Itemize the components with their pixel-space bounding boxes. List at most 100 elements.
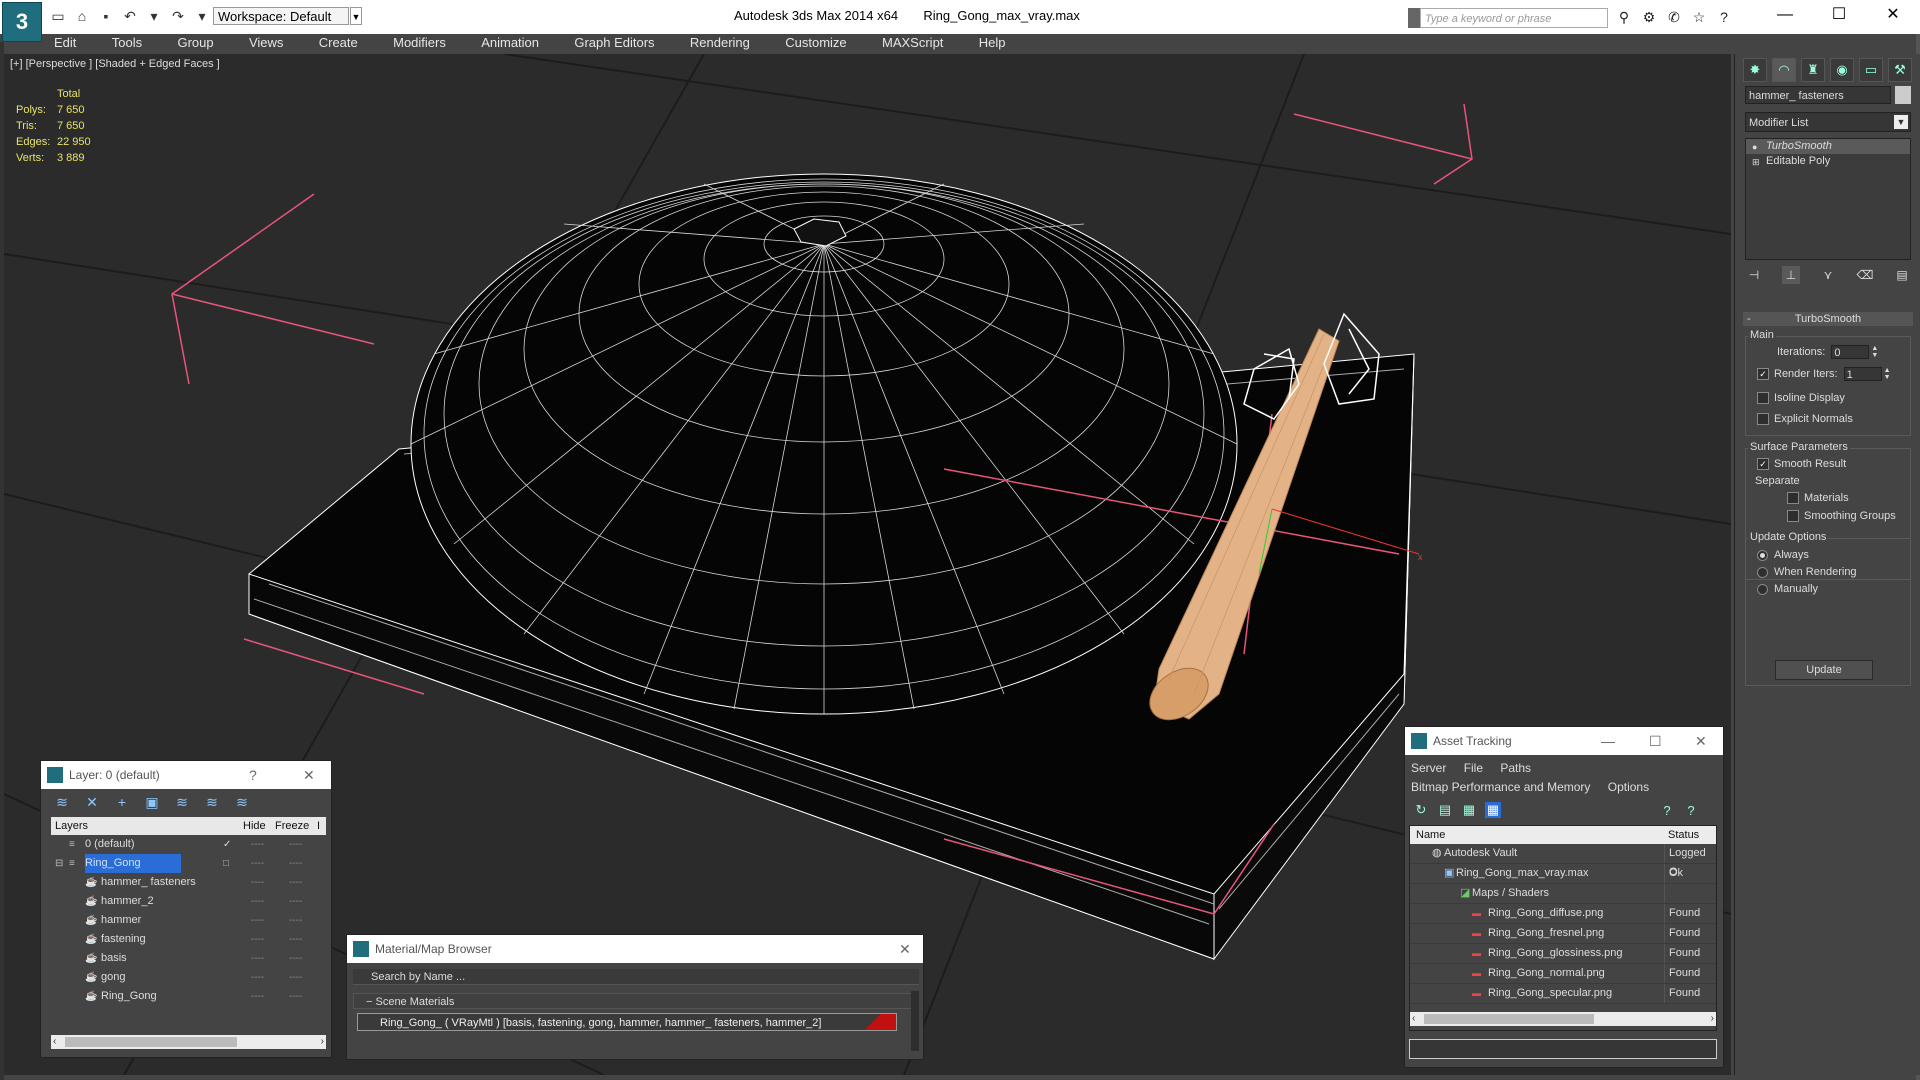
layer-row-default[interactable]: ≡ 0 (default) ✓ ---- ---- [51, 835, 326, 854]
configure-sets-icon[interactable]: ▤ [1893, 266, 1911, 284]
menu-bitmap-performance[interactable]: Bitmap Performance and Memory [1411, 780, 1590, 794]
perspective-viewport[interactable]: x [+] [Perspective ] [Shaded + Edged Fac… [4, 54, 1731, 1075]
explicit-normals-checkbox[interactable] [1757, 413, 1769, 425]
binoculars-icon[interactable]: ⚲ [1616, 8, 1632, 26]
motion-tab-icon[interactable]: ◉ [1830, 58, 1854, 82]
viewport-label[interactable]: [+] [Perspective ] [Shaded + Edged Faces… [10, 58, 220, 70]
when-rendering-radio[interactable] [1757, 566, 1768, 578]
thumbnail-view-icon[interactable]: ▦ [1461, 802, 1477, 818]
hide-all-icon[interactable]: ≋ [203, 794, 221, 811]
menu-modifiers[interactable]: Modifiers [393, 34, 446, 52]
layer-horizontal-scrollbar[interactable]: ‹ › [51, 1035, 326, 1049]
menu-options[interactable]: Options [1608, 780, 1649, 794]
layer-row-object[interactable]: ☕ gong ---- ---- [51, 968, 326, 987]
scrollbar-thumb[interactable] [65, 1037, 237, 1047]
stack-item-editable-poly[interactable]: ⊞ Editable Poly [1746, 154, 1910, 169]
expand-icon[interactable]: ⊞ [1752, 155, 1760, 170]
asset-path-field[interactable] [1409, 1039, 1717, 1059]
scroll-right-icon[interactable]: › [321, 1035, 324, 1049]
smoothing-groups-checkbox[interactable] [1787, 510, 1799, 522]
hide-toggle[interactable]: ---- [251, 835, 264, 854]
object-name-field[interactable]: hammer_ fasteners [1745, 86, 1891, 104]
add-to-layer-icon[interactable]: + [113, 794, 131, 810]
modifier-list-dropdown[interactable]: Modifier List ▼ [1745, 112, 1911, 132]
asset-row-map[interactable]: ▬ Ring_Gong_normal.png Found [1410, 964, 1716, 984]
asset-row-map[interactable]: ▬ Ring_Gong_diffuse.png Found [1410, 904, 1716, 924]
show-end-result-icon[interactable]: ⊥ [1782, 266, 1800, 284]
asset-row-vault[interactable]: ◍ Autodesk Vault Logged O [1410, 844, 1716, 878]
asset-close-icon[interactable]: ✕ [1695, 727, 1707, 755]
rollout-collapse-icon[interactable]: - [1747, 312, 1751, 326]
scroll-right-icon[interactable]: › [1711, 1012, 1714, 1026]
col-layers[interactable]: Layers [55, 817, 88, 835]
menu-file[interactable]: File [1464, 761, 1483, 775]
workspace-dropdown[interactable]: Workspace: Default [213, 7, 349, 25]
col-status[interactable]: Status [1668, 826, 1699, 844]
material-item[interactable]: Ring_Gong_ ( VRayMtl ) [basis, fastening… [357, 1013, 897, 1031]
help-icon[interactable]: ? [1716, 8, 1732, 26]
asset-row-max-file[interactable]: ▣ Ring_Gong_max_vray.max Ok [1410, 864, 1716, 884]
menu-animation[interactable]: Animation [481, 34, 539, 52]
asset-row-maps-folder[interactable]: ◪ Maps / Shaders [1410, 884, 1716, 904]
infocenter-search-input[interactable]: Type a keyword or phrase [1420, 8, 1608, 28]
update-button[interactable]: Update [1775, 660, 1873, 680]
new-file-icon[interactable]: ▭ [50, 8, 66, 24]
render-iters-checkbox[interactable]: ✓ [1757, 368, 1769, 380]
create-layer-icon[interactable]: ≋ [53, 794, 71, 811]
hide-toggle[interactable]: ---- [251, 911, 264, 930]
asset-tracking-titlebar[interactable]: Asset Tracking — ☐ ✕ [1405, 727, 1723, 755]
isoline-display-checkbox[interactable] [1757, 392, 1769, 404]
menu-tools[interactable]: Tools [112, 34, 142, 52]
layer-window-help-icon[interactable]: ? [249, 761, 257, 789]
display-tab-icon[interactable]: ▭ [1859, 58, 1883, 82]
hide-toggle[interactable]: ---- [251, 949, 264, 968]
layer-window-close-icon[interactable]: ✕ [303, 761, 315, 789]
scroll-left-icon[interactable]: ‹ [53, 1035, 56, 1049]
undo-icon[interactable]: ↶ [122, 8, 138, 24]
scene-materials-section[interactable]: − Scene Materials [353, 993, 919, 1009]
hide-toggle[interactable]: ---- [251, 892, 264, 911]
modify-tab-icon[interactable]: ◠ [1772, 58, 1796, 82]
help-settings-icon[interactable]: ? [1683, 803, 1699, 818]
menu-customize[interactable]: Customize [785, 34, 846, 52]
col-extra[interactable]: I [317, 817, 320, 835]
save-icon[interactable]: ▪ [98, 8, 114, 24]
freeze-toggle[interactable]: ---- [289, 892, 302, 911]
favorites-star-icon[interactable]: ☆ [1691, 8, 1707, 26]
menu-help[interactable]: Help [979, 34, 1006, 52]
menu-server[interactable]: Server [1411, 761, 1446, 775]
utilities-tab-icon[interactable]: ⚒ [1888, 58, 1912, 82]
minimize-icon[interactable]: — [1758, 0, 1812, 30]
freeze-toggle[interactable]: ---- [289, 949, 302, 968]
create-tab-icon[interactable]: ✸ [1743, 58, 1767, 82]
asset-row-map[interactable]: ▬ Ring_Gong_glossiness.png Found [1410, 944, 1716, 964]
layer-row-ring-gong[interactable]: ⊟ ≡ Ring_Gong □ ---- ---- [51, 854, 326, 873]
manually-radio[interactable] [1757, 583, 1768, 595]
smooth-result-checkbox[interactable]: ✓ [1757, 458, 1769, 470]
asset-row-map[interactable]: ▬ Ring_Gong_specular.png Found [1410, 984, 1716, 1004]
menu-graph-editors[interactable]: Graph Editors [574, 34, 654, 52]
layer-row-object[interactable]: ☕ basis ---- ---- [51, 949, 326, 968]
hide-toggle[interactable]: ---- [251, 930, 264, 949]
freeze-toggle[interactable]: ---- [289, 854, 302, 873]
menu-create[interactable]: Create [319, 34, 358, 52]
menu-maxscript[interactable]: MAXScript [882, 34, 943, 52]
always-radio[interactable] [1757, 549, 1768, 561]
layer-row-object[interactable]: ☕ hammer_ fasteners ---- ---- [51, 873, 326, 892]
freeze-toggle[interactable]: ---- [289, 968, 302, 987]
redo-dropdown-icon[interactable]: ▾ [194, 8, 210, 24]
freeze-toggle[interactable]: ---- [289, 930, 302, 949]
iterations-input[interactable]: 0 [1831, 345, 1870, 359]
table-view-icon[interactable]: ▦ [1485, 802, 1501, 818]
delete-layer-icon[interactable]: ✕ [83, 794, 101, 811]
hide-toggle[interactable]: ---- [251, 873, 264, 892]
asset-horizontal-scrollbar[interactable]: ‹ › [1410, 1012, 1716, 1026]
hide-toggle[interactable]: ---- [251, 968, 264, 987]
freeze-toggle[interactable]: ---- [289, 987, 302, 1006]
workspace-arrow-icon[interactable]: ▼ [350, 7, 362, 25]
menu-paths[interactable]: Paths [1500, 761, 1531, 775]
close-icon[interactable]: ✕ [1866, 0, 1920, 30]
col-freeze[interactable]: Freeze [275, 817, 309, 835]
turbosmooth-rollout-header[interactable]: - TurboSmooth [1743, 312, 1913, 326]
scroll-left-icon[interactable]: ‹ [1412, 1012, 1415, 1026]
